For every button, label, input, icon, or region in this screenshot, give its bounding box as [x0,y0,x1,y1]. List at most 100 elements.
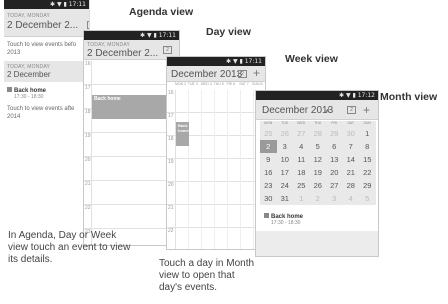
week-day-label[interactable]: SUN 8 [252,82,265,89]
month-day-cell[interactable]: 25 [260,127,277,140]
month-day-cell[interactable]: 20 [326,166,343,179]
month-caption: Touch a day in Month view to open that d… [159,258,254,294]
month-day-cell[interactable]: 1 [359,127,376,140]
month-day-cell[interactable]: 27 [326,179,343,192]
caption-line: Touch a day in Month [159,258,255,269]
month-day-cell[interactable]: 13 [326,153,343,166]
hour-label: 20 [85,157,91,163]
month-day-cell[interactable]: 2 [260,140,277,153]
month-day-cell[interactable]: 26 [310,179,327,192]
day-date[interactable]: 2 December 2... [87,48,158,59]
month-day-cell[interactable]: 10 [277,153,294,166]
month-day-cell[interactable]: 25 [293,179,310,192]
month-day-cell[interactable]: 30 [260,192,277,205]
month-event-time: 17:30 - 18:30 [271,220,301,226]
today-button[interactable]: 2 [87,21,89,29]
month-day-cell[interactable]: 21 [343,166,360,179]
month-day-cell[interactable]: 28 [310,127,327,140]
week-day-label[interactable]: FRI 6 [226,82,239,89]
month-header: December 2013 ◢ 2 + [256,100,378,120]
hour-label: 18 [85,109,91,115]
agenda-later-hint[interactable]: Touch to view events afte 2014 [4,105,89,121]
agenda-weekday: TODAY, MONDAY [7,13,51,19]
month-day-cell[interactable]: 30 [343,127,360,140]
month-day-cell[interactable]: 14 [343,153,360,166]
month-day-cell[interactable]: 5 [310,140,327,153]
week-day-label[interactable]: SAT 7 [239,82,252,89]
month-day-cell[interactable]: 2 [310,192,327,205]
month-day-cell[interactable]: 24 [277,179,294,192]
hour-label: 19 [168,159,174,165]
month-view-screen: ✱ ▼ ▮ 17:12 December 2013 ◢ 2 + MON TUE WE… [255,90,379,257]
hour-label: 16 [85,61,91,67]
weekday-header: WED [297,121,306,125]
caption-line: its details. [8,254,53,265]
add-event-plus-icon[interactable]: + [253,67,260,79]
month-day-cell[interactable]: 31 [277,192,294,205]
today-button[interactable]: 2 [163,46,172,54]
week-day-label[interactable]: WED 4 [201,82,214,89]
month-day-cell[interactable]: 7 [343,140,360,153]
month-day-cell[interactable]: 17 [277,166,294,179]
caption-line: view touch an event to view [8,242,131,253]
event-color-icon [264,213,269,218]
week-day-label[interactable]: TUE 3 [188,82,201,89]
month-day-cell[interactable]: 18 [293,166,310,179]
weekday-header: TUE [281,121,289,125]
month-event[interactable]: Back home 17:30 - 18:30 [264,213,303,226]
hour-label: 20 [168,182,174,188]
hour-label: 19 [85,133,91,139]
day-hours-grid[interactable]: 16 17 18 19 20 21 22 23 Back home [84,61,179,245]
hour-label: 17 [168,113,174,119]
week-header: December 2013 2 + [167,66,265,82]
agenda-day-section: TODAY, MONDAY 2 December [4,61,89,82]
month-day-cell[interactable]: 28 [343,179,360,192]
agenda-event-time: 17:30 - 18:30 [14,94,44,100]
month-day-cell[interactable]: 19 [310,166,327,179]
month-grid[interactable]: MON TUE WED THU FRI SAT SUN 25 26 27 28 29 30 1 2 3 4 5 6 7… [260,121,376,205]
month-day-cell[interactable]: 23 [260,179,277,192]
caption-line: In Agenda, Day or Week [8,230,117,241]
month-day-cell[interactable]: 1 [293,192,310,205]
today-button[interactable]: 2 [238,70,247,78]
month-day-cell[interactable]: 26 [277,127,294,140]
month-view-label: Month view [380,91,438,103]
month-day-cell[interactable]: 16 [260,166,277,179]
month-day-cell[interactable]: 8 [359,140,376,153]
month-day-cell[interactable]: 4 [293,140,310,153]
month-day-cell[interactable]: 11 [293,153,310,166]
month-day-cell[interactable]: 22 [359,166,376,179]
status-bar: ✱ ▼ ▮ 17:11 [4,0,89,9]
week-title[interactable]: December 2013 [171,69,242,80]
event-color-icon [7,87,12,92]
month-day-cell[interactable]: 5 [359,192,376,205]
month-day-cell[interactable]: 29 [326,127,343,140]
month-day-cell[interactable]: 6 [326,140,343,153]
agenda-earlier-hint[interactable]: Touch to view events befo 2013 [4,37,89,57]
hour-label: 22 [168,228,174,234]
month-day-cell[interactable]: 3 [326,192,343,205]
month-day-cell[interactable]: 9 [260,153,277,166]
month-day-cell[interactable]: 27 [293,127,310,140]
month-day-cell[interactable]: 15 [359,153,376,166]
week-event[interactable]: Back home [176,122,189,146]
month-day-cell[interactable]: 29 [359,179,376,192]
today-button[interactable]: 2 [347,106,356,114]
month-title[interactable]: December 2013 [262,105,333,116]
agenda-date[interactable]: 2 December 2... [7,20,78,31]
caption-line: day's events. [159,282,218,293]
weekday-header: MON [264,121,273,125]
week-hours-grid[interactable]: 16 17 18 19 20 21 22 Back home [167,90,265,249]
weekday-header: FRI [331,121,338,125]
agenda-section-date: 2 December [7,70,51,79]
month-day-cell[interactable]: 3 [277,140,294,153]
agenda-event[interactable]: Back home 17:30 - 18:30 [4,82,89,105]
week-day-label[interactable]: MON 2 [175,82,188,89]
add-event-plus-icon[interactable]: + [363,104,370,116]
week-days-header: MON 2 TUE 3 WED 4 THU 5 FRI 6 SAT 7 SUN … [175,82,265,89]
hour-label: 22 [85,205,91,211]
week-day-label[interactable]: THU 5 [214,82,227,89]
chevron-down-icon[interactable]: ◢ [325,107,329,113]
month-day-cell[interactable]: 12 [310,153,327,166]
month-day-cell[interactable]: 4 [343,192,360,205]
